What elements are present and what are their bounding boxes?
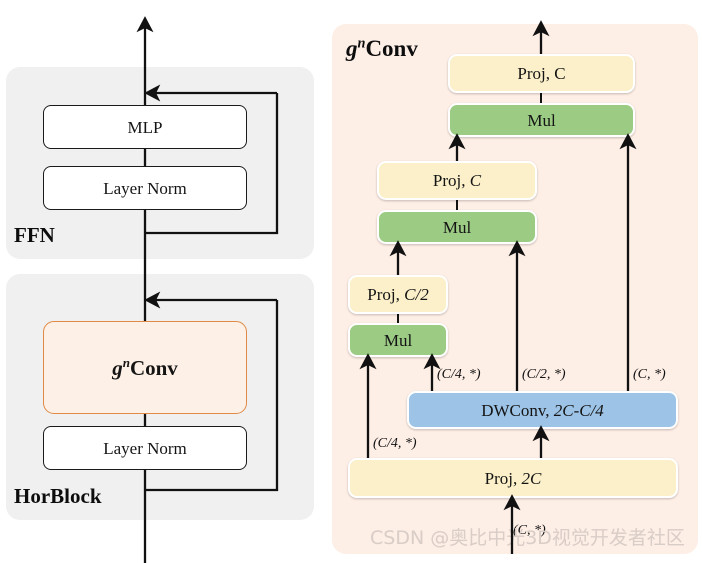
mul-mid-label: Mul bbox=[442, 217, 472, 237]
dwconv-var: 2C-C/4 bbox=[553, 400, 604, 420]
mul-bottom-label: Mul bbox=[383, 330, 413, 350]
csdn-watermark: CSDN @奥比中光3D视觉开发者社区 bbox=[370, 527, 685, 549]
proj-2c-label: Proj, 2C bbox=[485, 470, 542, 487]
ffn-layernorm-box[interactable]: Layer Norm bbox=[43, 166, 247, 210]
horblock-gnconv-box[interactable]: gnConv bbox=[43, 321, 247, 414]
panel-caption-conv: Conv bbox=[365, 35, 418, 61]
dwconv-box[interactable]: DWConv, 2C-C/4 bbox=[407, 391, 678, 429]
ffn-layernorm-label: Layer Norm bbox=[103, 178, 187, 198]
proj-c-mid-var: C bbox=[469, 171, 482, 190]
gnconv-n: n bbox=[122, 355, 130, 370]
panel-caption-g: g bbox=[346, 35, 358, 61]
proj-2c-prefix: Proj, bbox=[484, 468, 522, 488]
horblock-gnconv-label: gnConv bbox=[112, 356, 178, 379]
dwconv-prefix: DWConv, bbox=[481, 400, 554, 420]
proj-c2-box[interactable]: Proj, C/2 bbox=[348, 275, 448, 314]
mul-top-box[interactable]: Mul bbox=[448, 103, 635, 137]
ffn-mlp-box[interactable]: MLP bbox=[43, 105, 247, 149]
dim-c4-left: (C/4, *) bbox=[373, 436, 417, 451]
dwconv-label: DWConv, 2C-C/4 bbox=[481, 402, 604, 419]
proj-c-mid-box[interactable]: Proj, C bbox=[377, 161, 537, 200]
gnconv-conv: Conv bbox=[129, 356, 178, 380]
proj-c-mid-prefix: Proj, bbox=[432, 171, 470, 190]
mul-mid-box[interactable]: Mul bbox=[377, 210, 537, 244]
gnconv-panel-caption: gnConv bbox=[346, 36, 418, 60]
proj-c-top-box[interactable]: Proj, C bbox=[448, 54, 635, 93]
horblock-layernorm-box[interactable]: Layer Norm bbox=[43, 426, 247, 470]
horblock-caption: HorBlock bbox=[14, 484, 102, 508]
mul-top-label: Mul bbox=[527, 110, 556, 130]
proj-c-top-label: Proj, C bbox=[517, 64, 566, 83]
ffn-mlp-label: MLP bbox=[127, 117, 163, 137]
proj-c2-var: C/2 bbox=[404, 285, 429, 304]
ffn-caption: FFN bbox=[14, 223, 55, 247]
proj-c-mid-label: Proj, C bbox=[433, 172, 481, 189]
dim-c2: (C/2, *) bbox=[522, 367, 566, 382]
figure-root: MLP Layer Norm FFN gnConv Layer Norm Hor… bbox=[0, 0, 702, 563]
horblock-layernorm-label: Layer Norm bbox=[103, 438, 187, 458]
proj-c2-prefix: Proj, bbox=[367, 285, 405, 304]
dim-c4-dwconv: (C/4, *) bbox=[437, 367, 481, 382]
proj-2c-box[interactable]: Proj, 2C bbox=[348, 458, 678, 498]
proj-2c-var: 2C bbox=[521, 468, 542, 488]
gnconv-g: g bbox=[112, 356, 123, 380]
dim-c: (C, *) bbox=[633, 367, 666, 382]
mul-bottom-box[interactable]: Mul bbox=[348, 323, 448, 357]
proj-c2-label: Proj, C/2 bbox=[367, 286, 428, 303]
